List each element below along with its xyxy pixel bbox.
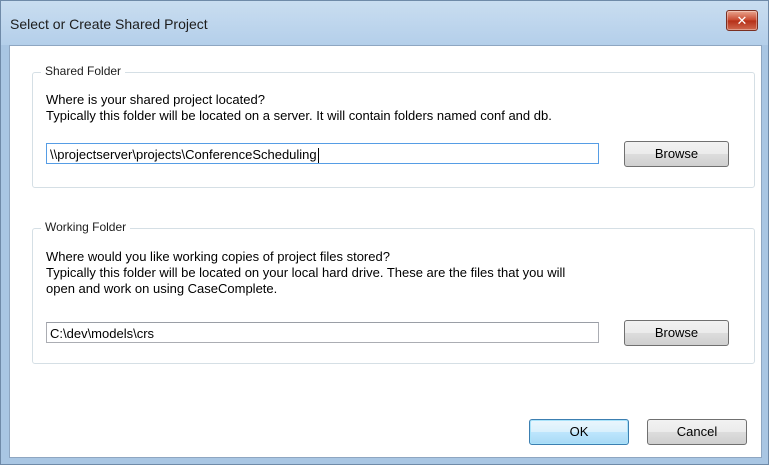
shared-folder-browse-button[interactable]: Browse bbox=[624, 141, 729, 167]
dialog-window: Select or Create Shared Project ✕ Shared… bbox=[0, 0, 769, 465]
close-icon: ✕ bbox=[736, 13, 748, 28]
shared-folder-path-text: \\projectserver\projects\ConferenceSched… bbox=[50, 147, 317, 162]
text-caret bbox=[317, 148, 319, 163]
cancel-button[interactable]: Cancel bbox=[647, 419, 747, 445]
dialog-content: Shared Folder Where is your shared proje… bbox=[9, 45, 762, 458]
shared-folder-hint: Typically this folder will be located on… bbox=[46, 108, 552, 123]
ok-button[interactable]: OK bbox=[529, 419, 629, 445]
shared-folder-question: Where is your shared project located? bbox=[46, 92, 265, 107]
working-folder-group: Working Folder Where would you like work… bbox=[32, 220, 755, 364]
working-folder-path-text: C:\dev\models\crs bbox=[50, 326, 155, 341]
working-folder-hint-line2: open and work on using CaseComplete. bbox=[46, 281, 278, 296]
working-folder-path-input[interactable]: C:\dev\models\crs bbox=[46, 322, 599, 343]
close-button[interactable]: ✕ bbox=[726, 10, 758, 31]
working-folder-group-title: Working Folder bbox=[41, 220, 131, 234]
working-folder-browse-button[interactable]: Browse bbox=[624, 320, 729, 346]
title-bar[interactable]: Select or Create Shared Project ✕ bbox=[1, 1, 768, 45]
working-folder-question: Where would you like working copies of p… bbox=[46, 249, 390, 264]
dialog-title: Select or Create Shared Project bbox=[10, 16, 208, 32]
shared-folder-path-input[interactable]: \\projectserver\projects\ConferenceSched… bbox=[46, 143, 599, 164]
shared-folder-group: Shared Folder Where is your shared proje… bbox=[32, 64, 755, 188]
working-folder-hint-line1: Typically this folder will be located on… bbox=[46, 265, 566, 280]
shared-folder-group-title: Shared Folder bbox=[41, 64, 126, 78]
